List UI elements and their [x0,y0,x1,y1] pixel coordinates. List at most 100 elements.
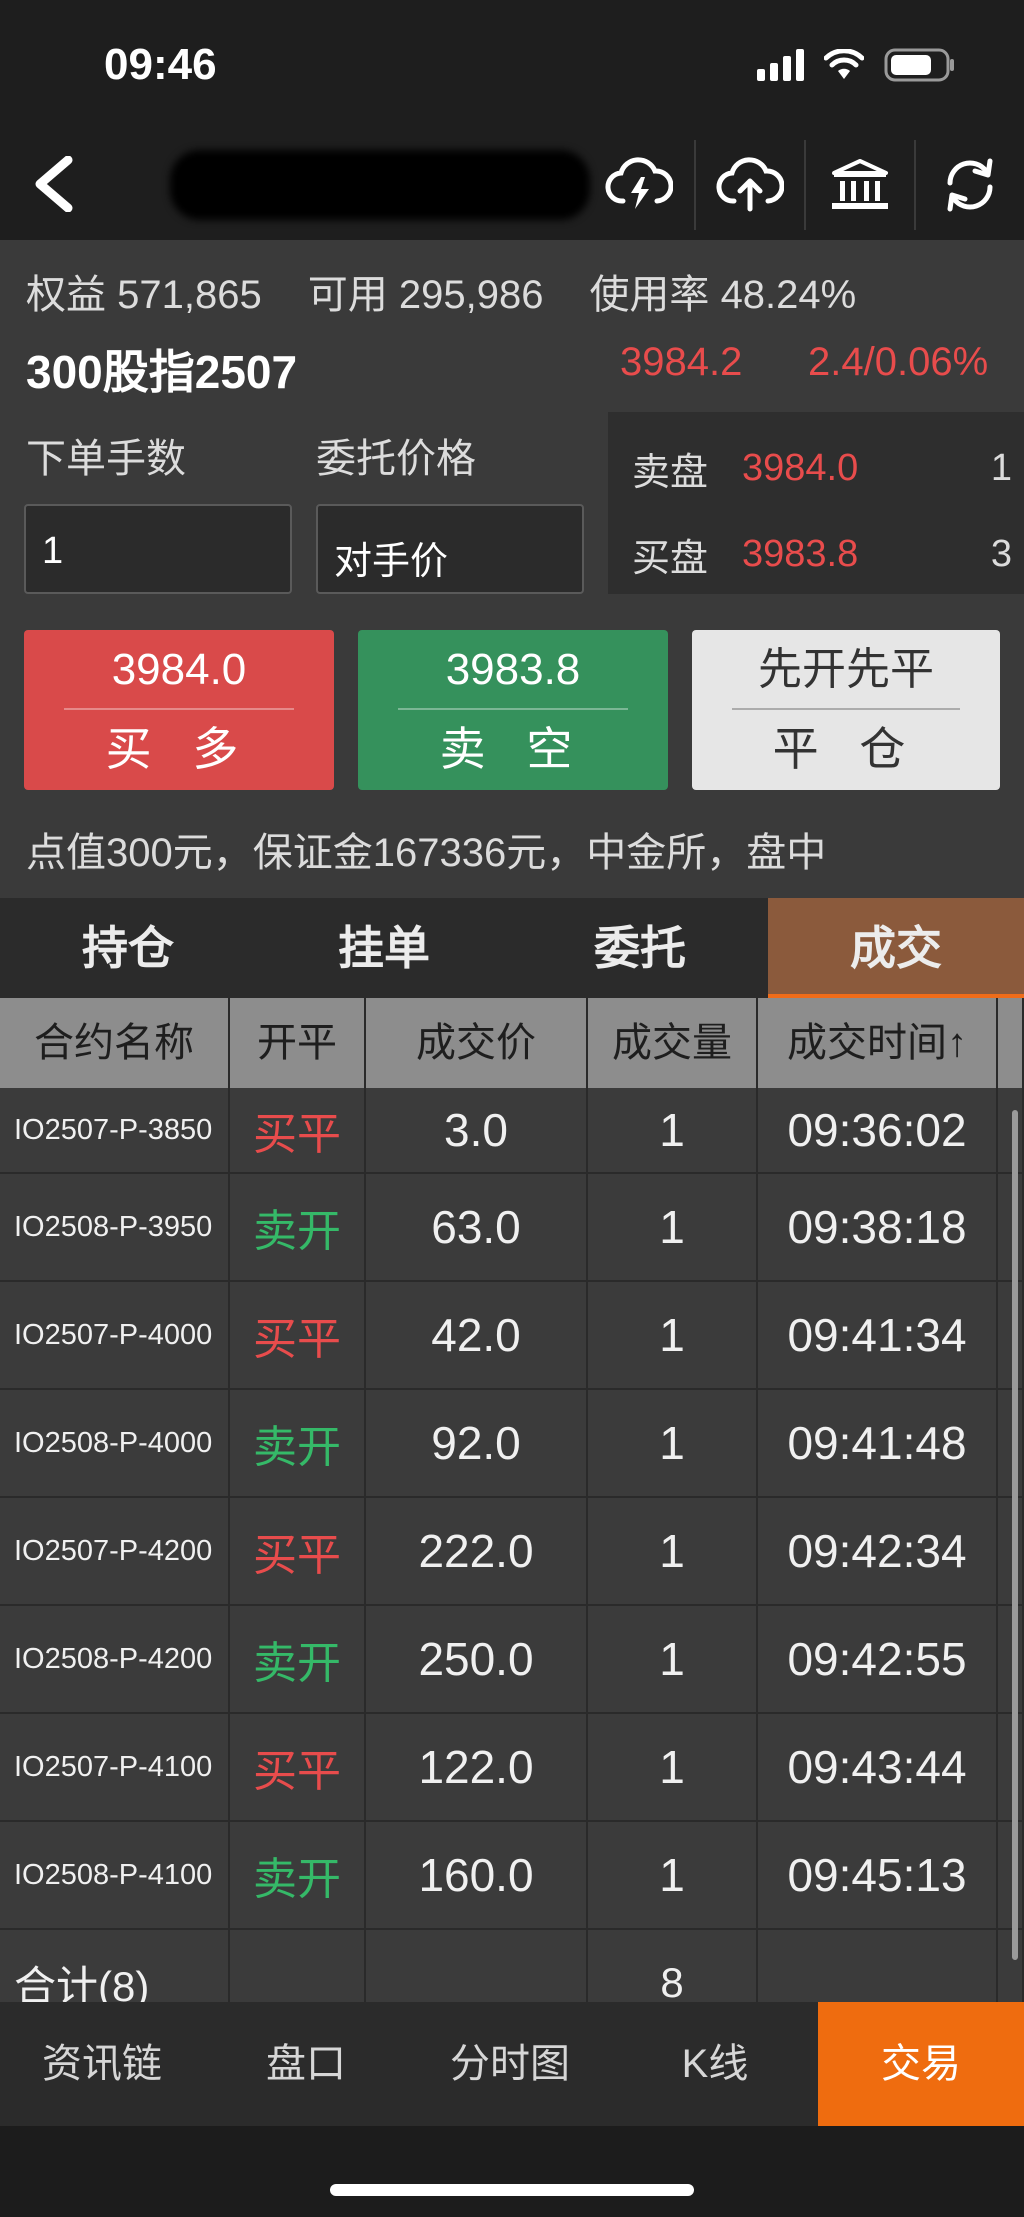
nav-trade[interactable]: 交易 [818,2002,1024,2126]
usage-value: 48.24% [720,273,857,317]
cloud-upload-button[interactable] [694,140,804,230]
table-scrollbar[interactable] [1012,1110,1018,1960]
sell-short-button[interactable]: 3983.8 卖 空 [358,630,668,790]
header-volume[interactable]: 成交量 [588,998,758,1088]
contract-name[interactable]: 300股指2507 [26,336,297,402]
cloud-flash-button[interactable] [584,140,694,230]
cell-spacer [998,1498,1024,1604]
cellular-signal-icon [757,49,804,81]
home-area [0,2126,1024,2217]
cell-contract: IO2508-P-3950 [0,1174,230,1280]
usage-label: 使用率 [589,273,710,317]
cell-time: 09:43:44 [758,1714,998,1820]
table-total-row: 合计(8) 8 [0,1930,1024,2002]
buy-label: 买 多 [105,723,253,775]
buy-long-button[interactable]: 3984.0 买 多 [24,630,334,790]
cell-time: 09:41:34 [758,1282,998,1388]
table-row[interactable]: IO2508-P-4100 卖开 160.0 1 09:45:13 [0,1822,1024,1930]
table-row[interactable]: IO2508-P-4200 卖开 250.0 1 09:42:55 [0,1606,1024,1714]
tab-pending-orders[interactable]: 挂单 [256,898,512,998]
available-label: 可用 [307,273,388,317]
cell-contract: IO2508-P-4000 [0,1390,230,1496]
status-icons [757,48,956,82]
cell-contract: IO2507-P-3850 [0,1088,230,1172]
buy-price: 3984.0 [111,645,247,694]
equity-label: 权益 [26,273,106,317]
tab-orders[interactable]: 委托 [512,898,768,998]
nav-news[interactable]: 资讯链 [0,2002,204,2126]
refresh-button[interactable] [914,140,1024,230]
redacted-account-name [170,150,590,220]
bid-price: 3983.8 [742,532,859,575]
trades-table: 合约名称 开平 成交价 成交量 成交时间↑ IO2507-P-3850 买平 3… [0,998,1024,2002]
bank-icon [832,159,888,209]
tab-positions[interactable]: 持仓 [0,898,256,998]
cell-price: 160.0 [366,1822,588,1928]
ask-price: 3984.0 [742,446,859,489]
header-time[interactable]: 成交时间↑ [758,998,998,1088]
order-book: 卖盘 3984.0 1 买盘 3983.8 3 [608,412,1024,594]
table-row[interactable]: IO2507-P-3850 买平 3.0 1 09:36:02 [0,1088,1024,1174]
battery-icon [884,48,954,82]
cell-spacer [998,1822,1024,1928]
cell-time: 09:42:34 [758,1498,998,1604]
price-type-input[interactable]: 对手价 [316,504,584,594]
ask-qty: 1 [990,446,1012,489]
nav-quote-panel[interactable]: 盘口 [204,2002,408,2126]
header-price[interactable]: 成交价 [366,998,588,1088]
cell-action: 卖开 [230,1822,366,1928]
nav-intraday-chart[interactable]: 分时图 [408,2002,612,2126]
qty-input[interactable]: 1 [24,504,292,594]
table-row[interactable]: IO2507-P-4100 买平 122.0 1 09:43:44 [0,1714,1024,1822]
usage-rate: 使用率 48.24% [589,262,856,320]
table-body: IO2507-P-3850 买平 3.0 1 09:36:02 IO2508-P… [0,1088,1024,2002]
nav-bar [0,130,1024,240]
cell-empty [366,1930,588,2002]
cell-action: 卖开 [230,1606,366,1712]
cell-price: 92.0 [366,1390,588,1496]
chevron-left-icon [35,156,73,212]
cell-qty: 1 [588,1174,758,1280]
qty-label: 下单手数 [26,437,186,481]
nav-actions [584,140,1024,230]
tab-trades[interactable]: 成交 [768,898,1024,998]
cell-qty: 1 [588,1714,758,1820]
header-open-close[interactable]: 开平 [230,998,366,1088]
cell-empty [230,1930,366,2002]
table-row[interactable]: IO2507-P-4200 买平 222.0 1 09:42:34 [0,1498,1024,1606]
cell-contract: IO2508-P-4200 [0,1606,230,1712]
cell-qty: 1 [588,1390,758,1496]
close-label: 平 仓 [772,723,920,775]
cloud-lightning-icon [605,157,673,209]
bid-row: 买盘 3983.8 3 [632,524,1012,584]
back-button[interactable] [24,154,84,214]
cell-spacer [998,1282,1024,1388]
bank-button[interactable] [804,140,914,230]
cell-spacer [998,1930,1024,2002]
cell-spacer [998,1174,1024,1280]
cell-contract: IO2507-P-4100 [0,1714,230,1820]
cell-price: 42.0 [366,1282,588,1388]
cell-qty: 1 [588,1606,758,1712]
cell-action: 卖开 [230,1390,366,1496]
order-panel: 权益 571,865 可用 295,986 使用率 48.24% 300股指25… [0,240,1024,900]
ask-row: 卖盘 3984.0 1 [632,438,1012,498]
cell-price: 63.0 [366,1174,588,1280]
close-position-button[interactable]: 先开先平 平 仓 [692,630,1000,790]
ask-label: 卖盘 [632,451,709,494]
cell-action: 卖开 [230,1174,366,1280]
table-row[interactable]: IO2508-P-3950 卖开 63.0 1 09:38:18 [0,1174,1024,1282]
available-value: 295,986 [398,273,544,317]
table-row[interactable]: IO2508-P-4000 卖开 92.0 1 09:41:48 [0,1390,1024,1498]
header-contract[interactable]: 合约名称 [0,998,230,1088]
cell-qty: 1 [588,1498,758,1604]
contract-last-price: 3984.2 [620,340,743,384]
cell-spacer [998,1714,1024,1820]
wifi-icon [824,49,864,79]
cell-contract: IO2507-P-4000 [0,1282,230,1388]
home-indicator[interactable] [330,2184,694,2196]
nav-kline[interactable]: K线 [612,2002,818,2126]
bid-label: 买盘 [632,537,709,580]
table-row[interactable]: IO2507-P-4000 买平 42.0 1 09:41:34 [0,1282,1024,1390]
cell-spacer [998,1390,1024,1496]
